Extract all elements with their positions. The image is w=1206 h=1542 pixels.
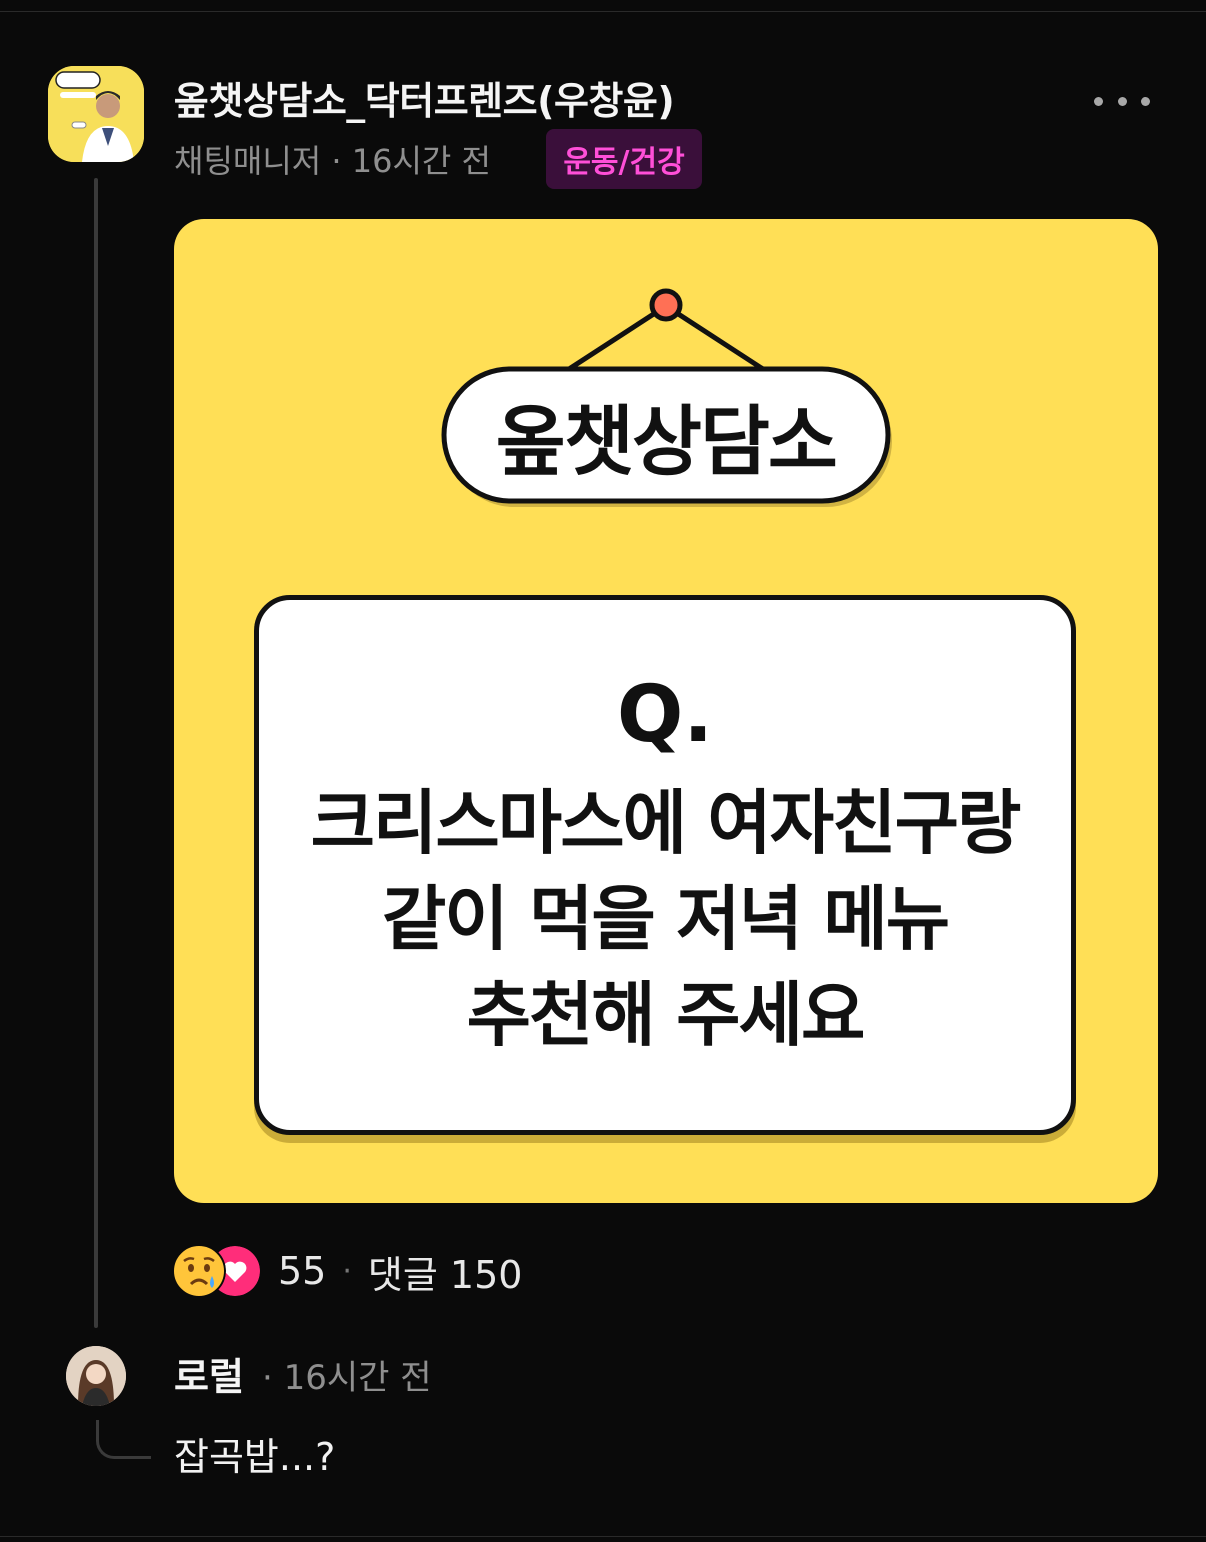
question-line: 크리스마스에 여자친구랑: [310, 782, 1022, 864]
reply-connector: [96, 1420, 151, 1459]
meta-separator: ·: [262, 1358, 284, 1398]
reply-text: 잡곡밥...?: [174, 1435, 336, 1479]
more-dot: [1141, 96, 1150, 106]
category-tag[interactable]: 운동/건강: [546, 129, 702, 189]
question-line: 추천해 주세요: [466, 974, 866, 1056]
question-text: 크리스마스에 여자친구랑 같이 먹을 저녁 메뉴 추천해 주세요: [259, 775, 1071, 1063]
sign-label: 옾챗상담소: [496, 397, 838, 486]
more-dot: [1117, 96, 1127, 106]
reply-avatar[interactable]: [66, 1346, 126, 1406]
post-meta: 채팅매니저 · 16시간 전: [174, 136, 491, 182]
reaction-row: 55 · 댓글 150: [172, 1242, 522, 1300]
post-image[interactable]: 옾챗상담소 Q. 크리스마스에 여자친구랑 같이 먹을 저녁 메뉴 추천해 주세…: [174, 219, 1158, 1203]
more-dot: [1094, 96, 1103, 106]
more-icon[interactable]: [1094, 84, 1150, 118]
author-avatar[interactable]: [48, 66, 144, 162]
meta-separator: ·: [331, 142, 352, 180]
bottom-divider: [0, 1536, 1206, 1537]
reaction-icons[interactable]: [172, 1242, 266, 1300]
question-box: Q. 크리스마스에 여자친구랑 같이 먹을 저녁 메뉴 추천해 주세요: [254, 595, 1076, 1135]
sad-reaction-icon: [172, 1244, 226, 1298]
author-role: 채팅매니저: [174, 142, 322, 180]
reaction-count[interactable]: 55: [278, 1249, 326, 1293]
thread-line: [94, 178, 98, 1328]
comment-count[interactable]: 댓글 150: [368, 1244, 523, 1299]
top-divider: [0, 11, 1206, 12]
post-time: 16시간 전: [351, 142, 491, 180]
reply-time: 16시간 전: [283, 1358, 432, 1398]
question-mark: Q.: [617, 670, 713, 760]
doctor-avatar-image: [48, 66, 144, 162]
post-author-name[interactable]: 옾챗상담소_닥터프렌즈(우창윤): [174, 70, 675, 125]
reply-meta: · 16시간 전: [262, 1350, 432, 1399]
reply-author-name[interactable]: 로럴: [174, 1346, 244, 1401]
question-line: 같이 먹을 저녁 메뉴: [381, 878, 950, 960]
stat-separator: ·: [342, 1253, 352, 1289]
reply-avatar-image: [66, 1346, 126, 1406]
